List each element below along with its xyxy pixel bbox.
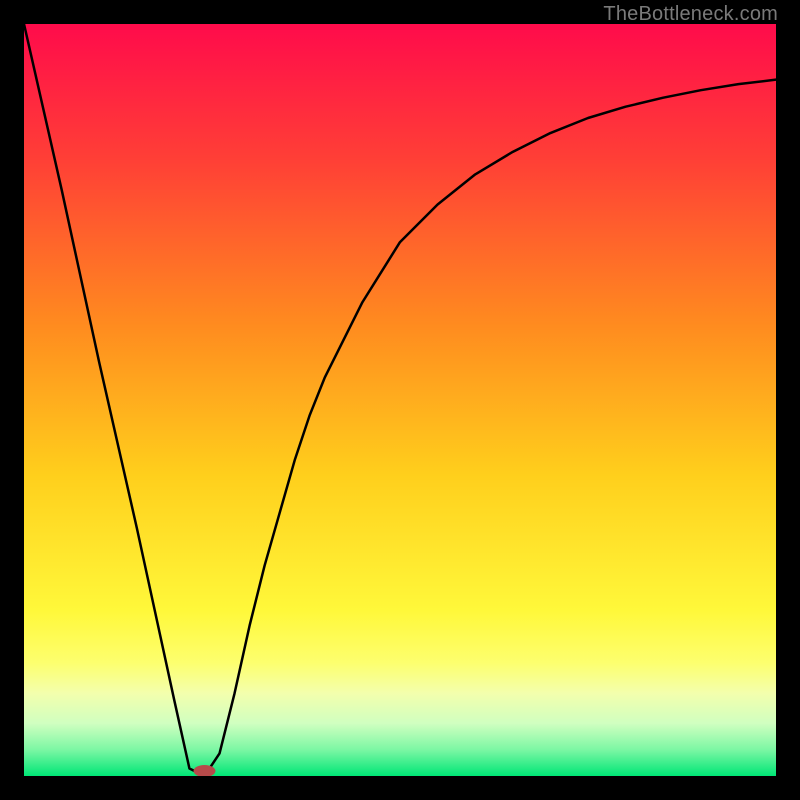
bottleneck-plot — [24, 24, 776, 776]
chart-frame: TheBottleneck.com — [0, 0, 800, 800]
plot-svg — [24, 24, 776, 776]
gradient-background — [24, 24, 776, 776]
watermark-text: TheBottleneck.com — [603, 3, 778, 26]
